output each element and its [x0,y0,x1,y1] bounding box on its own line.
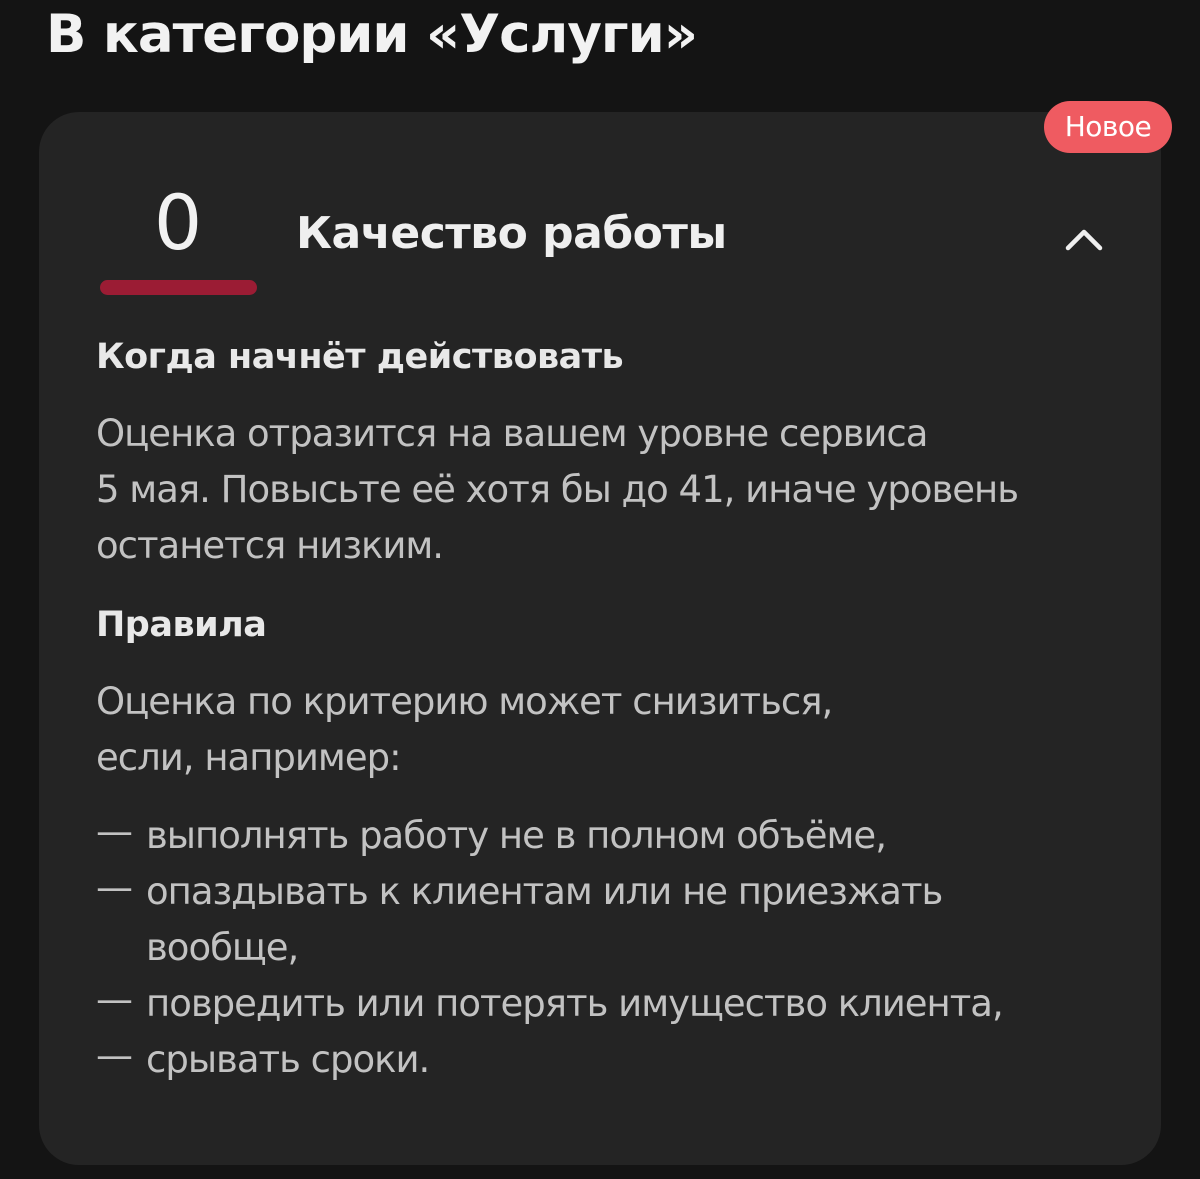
list-dash: — [96,978,133,1021]
when-text-line: Оценка отразится на вашем уровне сервиса [96,412,928,455]
section-heading: В категории «Услуги» [46,4,698,65]
rules-intro-line: Оценка по критерию может снизиться, [96,680,833,723]
rules-list-item-text: вообще, [146,926,299,969]
rules-list-item-text: опаздывать к клиентам или не приезжать [146,870,943,913]
rules-list-item-text: выполнять работу не в полном объёме, [146,814,887,857]
chevron-up-icon [1065,229,1103,251]
rules-heading: Правила [96,605,267,645]
criterion-title: Качество работы [296,208,727,259]
collapse-button[interactable] [1052,210,1116,266]
list-dash: — [96,810,133,853]
criterion-score: 0 [153,178,203,267]
when-heading: Когда начнёт действовать [96,337,624,377]
rules-list-item-text: повредить или потерять имущество клиента… [146,982,1004,1025]
when-text-line: 5 мая. Повысьте её хотя бы до 41, иначе … [96,468,1019,511]
when-text-line: останется низким. [96,524,444,567]
list-dash: — [96,1034,133,1077]
rules-intro-line: если, например: [96,736,402,779]
list-dash: — [96,866,133,909]
rules-list-item-text: срывать сроки. [146,1038,430,1081]
new-badge: Новое [1044,101,1172,153]
score-indicator-bar [100,280,257,295]
